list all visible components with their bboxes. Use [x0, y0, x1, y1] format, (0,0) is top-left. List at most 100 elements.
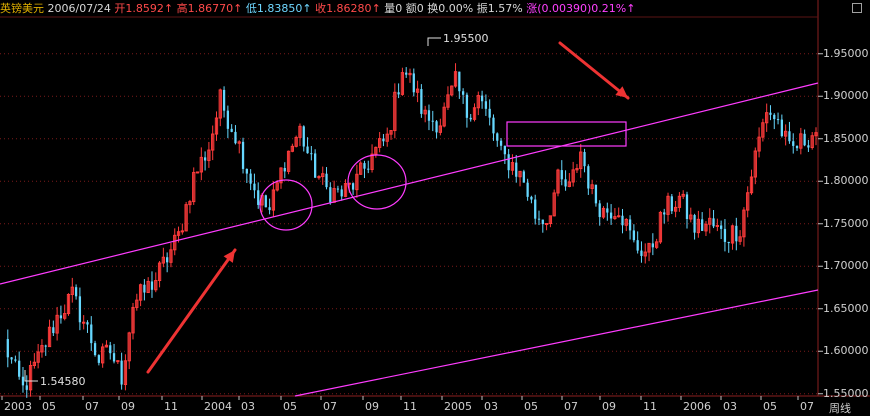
candle-body-up — [617, 215, 621, 218]
candle-body-down — [336, 188, 340, 190]
candle-body-down — [6, 339, 9, 358]
candle-body-down — [488, 108, 491, 118]
candle-body-up — [180, 230, 184, 233]
candle-body-down — [795, 145, 799, 149]
candle-body-down — [636, 240, 639, 251]
candle-body-down — [420, 89, 423, 114]
candle-body-down — [143, 284, 146, 293]
candle-body-down — [773, 114, 776, 120]
candle-body-down — [14, 359, 17, 361]
x-tick-label: 11 — [403, 400, 417, 413]
x-tick-label: 03 — [241, 400, 255, 413]
x-tick-label: 03 — [723, 400, 737, 413]
x-tick-label: 05 — [763, 400, 777, 413]
candle-body-down — [18, 360, 21, 377]
candle-body-down — [86, 322, 89, 325]
candle-body-down — [268, 207, 271, 211]
high-annotation: 1.95500 — [443, 32, 489, 45]
candle-body-down — [93, 343, 97, 356]
candle-body-down — [712, 218, 715, 227]
low-annotation: 1.54580 — [40, 375, 86, 388]
candle-body-down — [302, 126, 305, 147]
candle-body-down — [663, 212, 666, 215]
candle-body-down — [226, 110, 230, 129]
candle-body-down — [367, 168, 370, 170]
candle-body-down — [537, 218, 541, 220]
candle-body-down — [97, 355, 100, 363]
y-tick-label: 1.90000 — [823, 89, 869, 103]
candle-body-down — [503, 145, 506, 155]
annotations-layer: 1.95500 1.54580 — [24, 32, 489, 388]
candle-body-down — [720, 225, 723, 229]
candle-body-down — [469, 117, 472, 120]
candle-body-down — [727, 241, 730, 244]
candle-body-down — [609, 212, 613, 219]
x-tick-label: 07 — [85, 400, 99, 413]
x-tick-label: 05 — [283, 400, 297, 413]
candle-body-up — [544, 223, 549, 226]
candle-body-down — [807, 145, 810, 148]
candle-body-down — [52, 327, 55, 334]
candle-body-down — [530, 196, 533, 200]
x-tick-label: 07 — [564, 400, 578, 413]
candle-body-down — [526, 182, 529, 197]
candle-body-down — [166, 257, 169, 263]
candle-body-down — [264, 195, 267, 208]
y-tick-label: 1.55000 — [823, 386, 869, 400]
x-tick-label: 07 — [323, 400, 337, 413]
x-tick-label: 09 — [121, 400, 135, 413]
candle-body-down — [780, 119, 783, 137]
candle-body-up — [195, 171, 200, 174]
candlestick-chart[interactable]: 1.95500 1.54580 — [0, 0, 870, 416]
candle-body-down — [78, 296, 82, 323]
candle-body-down — [230, 128, 233, 132]
y-tick-label: 1.65000 — [823, 301, 869, 315]
candle-body-down — [222, 89, 226, 111]
candle-body-down — [25, 385, 28, 390]
down-arrow — [558, 41, 630, 100]
candle-body-down — [564, 179, 567, 187]
candle-body-down — [253, 183, 256, 191]
candle-body-down — [427, 110, 431, 121]
candle-body-down — [74, 287, 78, 297]
candle-body-down — [241, 141, 245, 169]
candle-body-down — [21, 376, 25, 386]
x-tick-label: 2003 — [4, 400, 32, 413]
candle-body-down — [621, 215, 624, 226]
candle-body-down — [340, 189, 343, 197]
candle-body-down — [598, 203, 601, 218]
chart-window: 英镑美元 2006/07/24 开1.8592↑ 高1.86770↑ 低1.83… — [0, 0, 870, 416]
x-tick-label: 2005 — [444, 400, 472, 413]
candle-body-down — [461, 91, 465, 95]
candle-body-down — [480, 95, 484, 102]
x-tick-label: 09 — [602, 400, 616, 413]
x-tick-label: 09 — [365, 400, 379, 413]
x-tick-label: 11 — [643, 400, 657, 413]
candle-body-down — [283, 168, 286, 172]
y-tick-label: 1.70000 — [823, 259, 869, 273]
candle-body-down — [594, 184, 598, 204]
y-tick-label: 1.95000 — [823, 46, 869, 60]
candle-body-down — [685, 194, 689, 219]
candle-body-down — [363, 163, 366, 169]
x-tick-label: 03 — [484, 400, 498, 413]
candle-body-down — [792, 141, 795, 146]
candle-body-down — [245, 168, 248, 174]
candle-body-down — [560, 170, 563, 180]
candle-body-down — [640, 250, 643, 256]
candle-body-down — [723, 228, 727, 242]
candle-body-down — [150, 281, 154, 290]
candle-body-down — [59, 315, 63, 319]
candle-body-down — [788, 131, 791, 142]
candle-body-down — [701, 219, 704, 231]
candle-body-down — [203, 157, 207, 161]
candle-body-down — [329, 187, 332, 203]
y-tick-label: 1.85000 — [823, 131, 869, 145]
candle-body-down — [769, 112, 772, 115]
candle-body-down — [606, 208, 609, 213]
candle-body-down — [412, 73, 415, 93]
period-label[interactable]: 周线 — [829, 400, 851, 416]
x-tick-label: 05 — [42, 400, 56, 413]
high-marker-line — [427, 37, 441, 46]
candle-body-down — [431, 120, 434, 122]
